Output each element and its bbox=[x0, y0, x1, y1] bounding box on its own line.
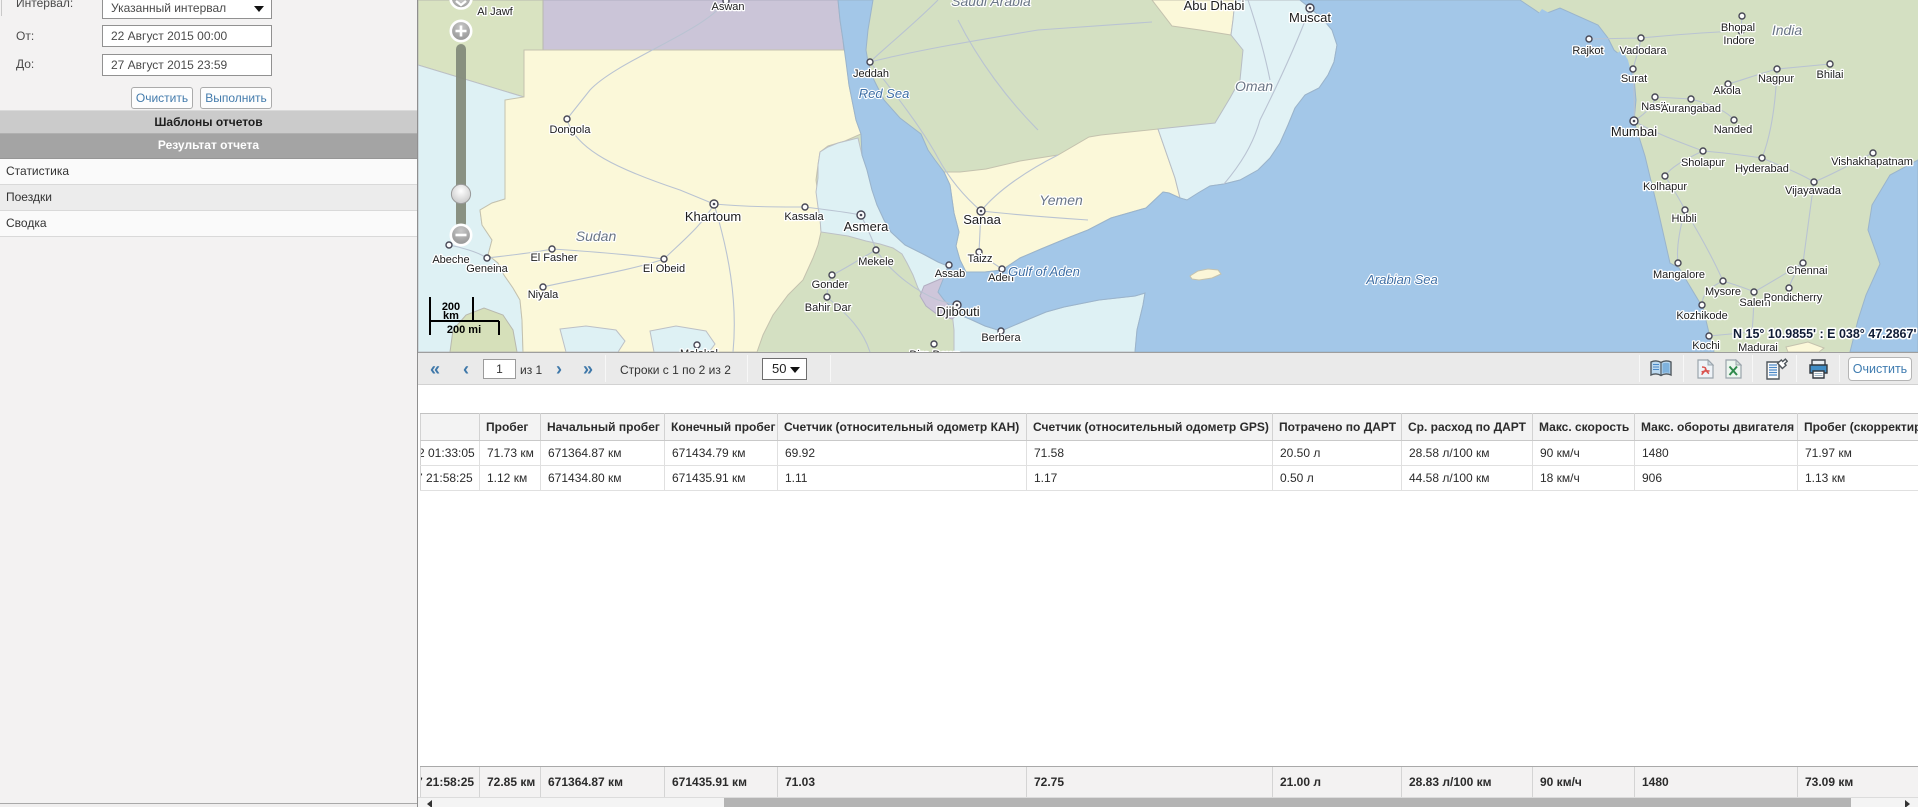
svg-text:Mumbai: Mumbai bbox=[1611, 124, 1657, 139]
svg-text:Gulf of Aden: Gulf of Aden bbox=[1008, 264, 1080, 279]
svg-text:Vishakhapatnam: Vishakhapatnam bbox=[1831, 156, 1913, 168]
svg-text:Oman: Oman bbox=[1235, 78, 1273, 94]
svg-text:Geneina: Geneina bbox=[466, 263, 508, 275]
svg-text:Hubli: Hubli bbox=[1671, 213, 1696, 225]
svg-text:Kochi: Kochi bbox=[1692, 340, 1720, 352]
svg-text:Mekele: Mekele bbox=[858, 256, 893, 268]
svg-text:Pondicherry: Pondicherry bbox=[1764, 292, 1823, 304]
svg-text:Kassala: Kassala bbox=[784, 211, 824, 223]
svg-text:Muscat: Muscat bbox=[1289, 10, 1331, 25]
svg-text:Dongola: Dongola bbox=[550, 124, 592, 136]
svg-text:Mysore: Mysore bbox=[1705, 286, 1741, 298]
svg-text:Niyala: Niyala bbox=[528, 289, 559, 301]
svg-text:Aurangabad: Aurangabad bbox=[1661, 103, 1721, 115]
svg-text:Gonder: Gonder bbox=[812, 279, 849, 291]
svg-text:Akola: Akola bbox=[1713, 85, 1741, 97]
svg-text:Asmera: Asmera bbox=[844, 219, 890, 234]
svg-text:Kozhikode: Kozhikode bbox=[1676, 310, 1727, 322]
svg-text:Sholapur: Sholapur bbox=[1681, 157, 1725, 169]
svg-text:Nagpur: Nagpur bbox=[1758, 73, 1794, 85]
svg-text:Vadodara: Vadodara bbox=[1620, 45, 1668, 57]
svg-text:Assab: Assab bbox=[935, 268, 966, 280]
svg-text:Hyderabad: Hyderabad bbox=[1735, 163, 1789, 175]
svg-text:Madurai: Madurai bbox=[1738, 342, 1778, 352]
svg-text:Abeche: Abeche bbox=[432, 254, 469, 266]
svg-text:Chennai: Chennai bbox=[1787, 265, 1828, 277]
svg-text:Kolhapur: Kolhapur bbox=[1643, 181, 1687, 193]
svg-text:Surat: Surat bbox=[1621, 73, 1647, 85]
svg-text:Sanaa: Sanaa bbox=[963, 212, 1001, 227]
svg-text:Taizz: Taizz bbox=[967, 253, 992, 265]
svg-text:Sudan: Sudan bbox=[576, 228, 617, 244]
svg-text:Berbera: Berbera bbox=[981, 332, 1021, 344]
svg-text:N 15° 10.9855' : E 038° 47.286: N 15° 10.9855' : E 038° 47.2867' bbox=[1733, 327, 1916, 341]
svg-text:Nanded: Nanded bbox=[1714, 124, 1753, 136]
svg-text:Jeddah: Jeddah bbox=[853, 68, 889, 80]
svg-text:Saudi Arabia: Saudi Arabia bbox=[951, 0, 1031, 9]
svg-text:Al Jawf: Al Jawf bbox=[477, 6, 513, 18]
svg-text:Abu Dhabi: Abu Dhabi bbox=[1184, 0, 1245, 13]
svg-text:El Fasher: El Fasher bbox=[530, 252, 577, 264]
svg-text:Rajkot: Rajkot bbox=[1572, 45, 1603, 57]
svg-text:Aswan: Aswan bbox=[711, 1, 744, 13]
svg-text:Arabian Sea: Arabian Sea bbox=[1365, 272, 1438, 287]
svg-text:Djibouti: Djibouti bbox=[936, 304, 979, 319]
svg-text:Vijayawada: Vijayawada bbox=[1785, 185, 1842, 197]
svg-text:India: India bbox=[1772, 22, 1803, 38]
svg-text:Indore: Indore bbox=[1723, 35, 1754, 47]
svg-text:Bahir Dar: Bahir Dar bbox=[805, 302, 852, 314]
svg-text:km: km bbox=[443, 310, 459, 322]
svg-text:Yemen: Yemen bbox=[1039, 192, 1083, 208]
svg-text:El Obeid: El Obeid bbox=[643, 263, 685, 275]
svg-text:Bhilai: Bhilai bbox=[1817, 69, 1844, 81]
svg-text:200 mi: 200 mi bbox=[447, 324, 481, 336]
svg-text:Red Sea: Red Sea bbox=[859, 86, 910, 101]
svg-text:Khartoum: Khartoum bbox=[685, 209, 741, 224]
svg-text:Bhopal: Bhopal bbox=[1721, 22, 1755, 34]
svg-text:Mangalore: Mangalore bbox=[1653, 269, 1705, 281]
